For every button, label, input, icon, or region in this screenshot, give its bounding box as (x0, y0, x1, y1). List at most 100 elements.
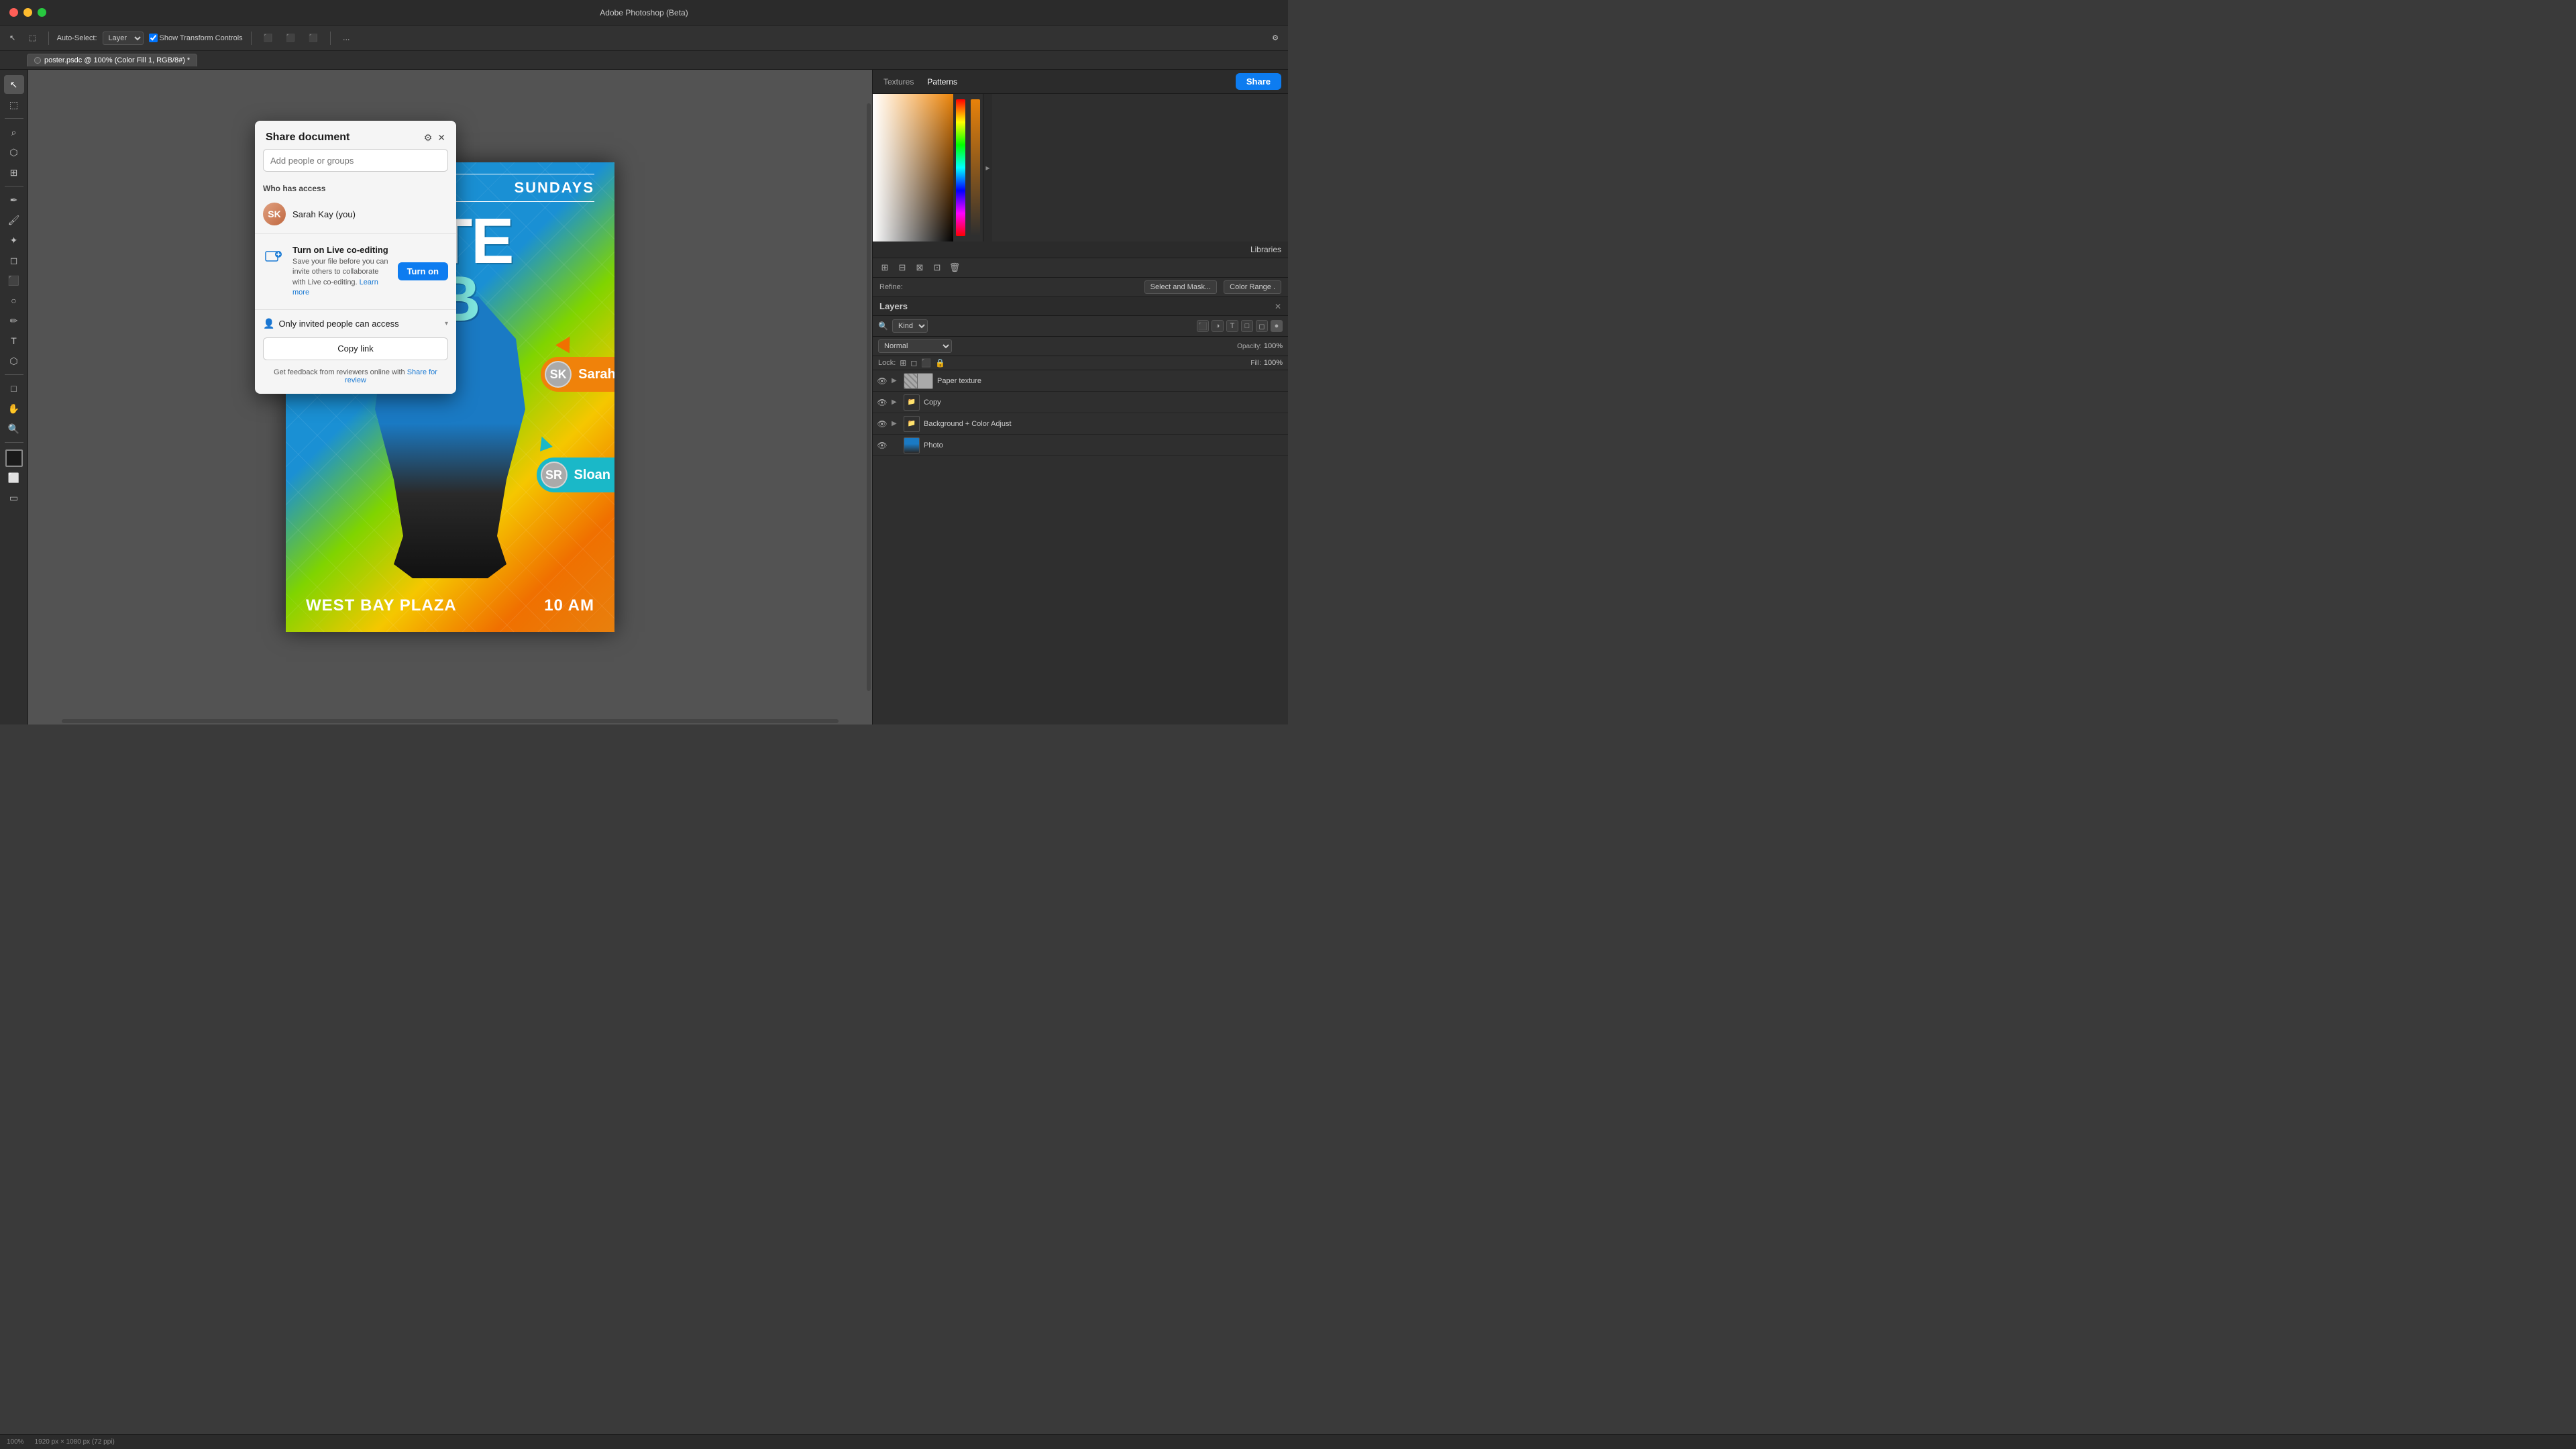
filter-pixel-btn[interactable]: ⬛ (1197, 320, 1209, 332)
minimize-button[interactable] (23, 8, 32, 17)
lock-pixel-icon[interactable]: ⬛ (921, 358, 931, 368)
tool-separator-3 (5, 374, 23, 375)
clone-tool[interactable]: ✦ (4, 231, 24, 250)
color-gradient-box[interactable] (873, 94, 953, 241)
color-section: ▶ (873, 94, 1288, 241)
shape-tool[interactable]: □ (4, 379, 24, 398)
share-settings-btn[interactable]: ⚙ (424, 132, 433, 144)
hand-tool[interactable]: ✋ (4, 399, 24, 418)
layer-visibility-paper[interactable]: 👁 (877, 376, 888, 386)
toolbar-divider-1 (48, 32, 49, 45)
artboard-tool[interactable]: ⬚ (4, 95, 24, 114)
path-select-tool[interactable]: ⬡ (4, 352, 24, 370)
auto-select-dropdown[interactable]: Layer Group (103, 32, 144, 45)
align-left-btn[interactable]: ⬛ (260, 32, 277, 44)
more-options-btn[interactable]: … (339, 32, 354, 44)
toolbar-divider-3 (330, 32, 331, 45)
document-tab[interactable]: poster.psdc @ 100% (Color Fill 1, RGB/8#… (27, 54, 197, 66)
layer-row-bg[interactable]: 👁 ▶ 📁 Background + Color Adjust (873, 413, 1288, 435)
settings-btn[interactable]: ⚙ (1268, 32, 1283, 44)
color-hue-slider[interactable] (956, 99, 965, 236)
screen-mode-btn[interactable]: ▭ (4, 488, 24, 507)
color-range-btn[interactable]: Color Range . (1224, 280, 1281, 294)
filter-shape-btn[interactable]: □ (1241, 320, 1253, 332)
status-bar: 100% 1920 px × 1080 px (72 ppi) (0, 1434, 2576, 1449)
layer-visibility-photo[interactable]: 👁 (877, 440, 888, 451)
canvas-area[interactable]: LINCOLN PARK SUNDAYS SKATE CLUB SK Sarah… (28, 70, 872, 724)
share-header-btn[interactable]: Share (1236, 73, 1281, 90)
crop-tool[interactable]: ⊞ (4, 163, 24, 182)
zoom-level: 100% (7, 1438, 24, 1446)
toolbar-divider-2 (251, 32, 252, 45)
fullscreen-button[interactable] (38, 8, 46, 17)
text-tool[interactable]: T (4, 331, 24, 350)
sarah-avatar: SK (545, 361, 572, 388)
canvas-icon-5[interactable]: 🗑 (948, 261, 961, 274)
filter-smartobj-btn[interactable]: ◻ (1256, 320, 1268, 332)
tool-separator-1 (5, 118, 23, 119)
canvas-icon-1[interactable]: ⊞ (878, 261, 892, 274)
turn-on-btn[interactable]: Turn on (398, 262, 448, 280)
layer-row-photo[interactable]: 👁 Photo (873, 435, 1288, 456)
foreground-color[interactable] (5, 449, 23, 467)
layer-visibility-copy[interactable]: 👁 (877, 397, 888, 408)
tool-separator-4 (5, 442, 23, 443)
copy-link-btn[interactable]: Copy link (263, 337, 448, 360)
who-has-access-label: Who has access (255, 180, 456, 197)
share-review-text: Get feedback from reviewers online with … (255, 366, 456, 394)
lock-artboard-icon[interactable]: ◻ (910, 358, 917, 368)
lasso-tool[interactable]: ⌕ (4, 123, 24, 142)
collab-badge-sloan: SR Sloan R (537, 458, 614, 492)
lock-position-icon[interactable]: ⊞ (900, 358, 906, 368)
opacity-label: Opacity: (1237, 343, 1262, 350)
marquee-tool-btn[interactable]: ⬚ (25, 32, 40, 44)
eraser-tool[interactable]: ◻ (4, 251, 24, 270)
move-tool-btn[interactable]: ↖ (5, 32, 19, 44)
quick-mask-tool[interactable]: ⬜ (4, 468, 24, 487)
eyedropper-tool[interactable]: ✒ (4, 191, 24, 209)
gradient-tool[interactable]: ⬛ (4, 271, 24, 290)
move-tool[interactable]: ↖ (4, 75, 24, 94)
transform-controls-checkbox[interactable] (149, 34, 158, 42)
filter-text-btn[interactable]: T (1226, 320, 1238, 332)
zoom-tool[interactable]: 🔍 (4, 419, 24, 438)
canvas-icon-4[interactable]: ⊡ (930, 261, 944, 274)
tab-textures[interactable]: Textures (879, 74, 918, 89)
share-panel-icons: ⚙ ✕ (424, 132, 445, 144)
share-add-input[interactable] (263, 149, 448, 172)
layer-expand-paper[interactable]: ▶ (892, 377, 900, 384)
right-top-bar: Textures Patterns Share (873, 70, 1288, 94)
layer-expand-bg[interactable]: ▶ (892, 420, 900, 427)
pen-tool[interactable]: ✏ (4, 311, 24, 330)
sarah-name: Sarah Kay (578, 367, 614, 382)
align-center-btn[interactable]: ⬛ (282, 32, 299, 44)
align-right-btn[interactable]: ⬛ (305, 32, 322, 44)
fill-label: Fill: (1250, 360, 1261, 367)
filter-toggle-btn[interactable]: ● (1271, 320, 1283, 332)
app-title: Adobe Photoshop (Beta) (600, 8, 688, 17)
dodge-tool[interactable]: ○ (4, 291, 24, 310)
layer-visibility-bg[interactable]: 👁 (877, 419, 888, 429)
layers-kind-select[interactable]: Kind (892, 319, 928, 333)
layer-row-copy[interactable]: 👁 ▶ 📁 Copy (873, 392, 1288, 413)
select-tool[interactable]: ⬡ (4, 143, 24, 162)
layer-row-paper[interactable]: 👁 ▶ Paper texture (873, 370, 1288, 392)
filter-adjust-btn[interactable]: ◑ (1212, 320, 1224, 332)
canvas-scrollbar-horizontal[interactable] (62, 719, 839, 723)
layers-header: Layers ✕ (873, 297, 1288, 316)
select-mask-btn[interactable]: Select and Mask... (1144, 280, 1218, 294)
brush-tool[interactable]: 🖌 (4, 211, 24, 229)
close-button[interactable] (9, 8, 18, 17)
share-close-btn[interactable]: ✕ (437, 132, 445, 144)
color-panel-expand[interactable]: ▶ (983, 94, 992, 241)
layers-close-btn[interactable]: ✕ (1275, 302, 1281, 311)
canvas-scrollbar-vertical[interactable] (867, 103, 871, 691)
color-alpha-slider[interactable] (971, 99, 980, 236)
canvas-icon-2[interactable]: ⊟ (896, 261, 909, 274)
layer-expand-copy[interactable]: ▶ (892, 398, 900, 406)
canvas-icon-3[interactable]: ⊠ (913, 261, 926, 274)
share-access-row[interactable]: 👤 Only invited people can access ▾ (255, 313, 456, 335)
blend-mode-select[interactable]: Normal (878, 339, 952, 353)
tab-patterns[interactable]: Patterns (923, 74, 961, 89)
lock-all-icon[interactable]: 🔒 (935, 358, 945, 368)
